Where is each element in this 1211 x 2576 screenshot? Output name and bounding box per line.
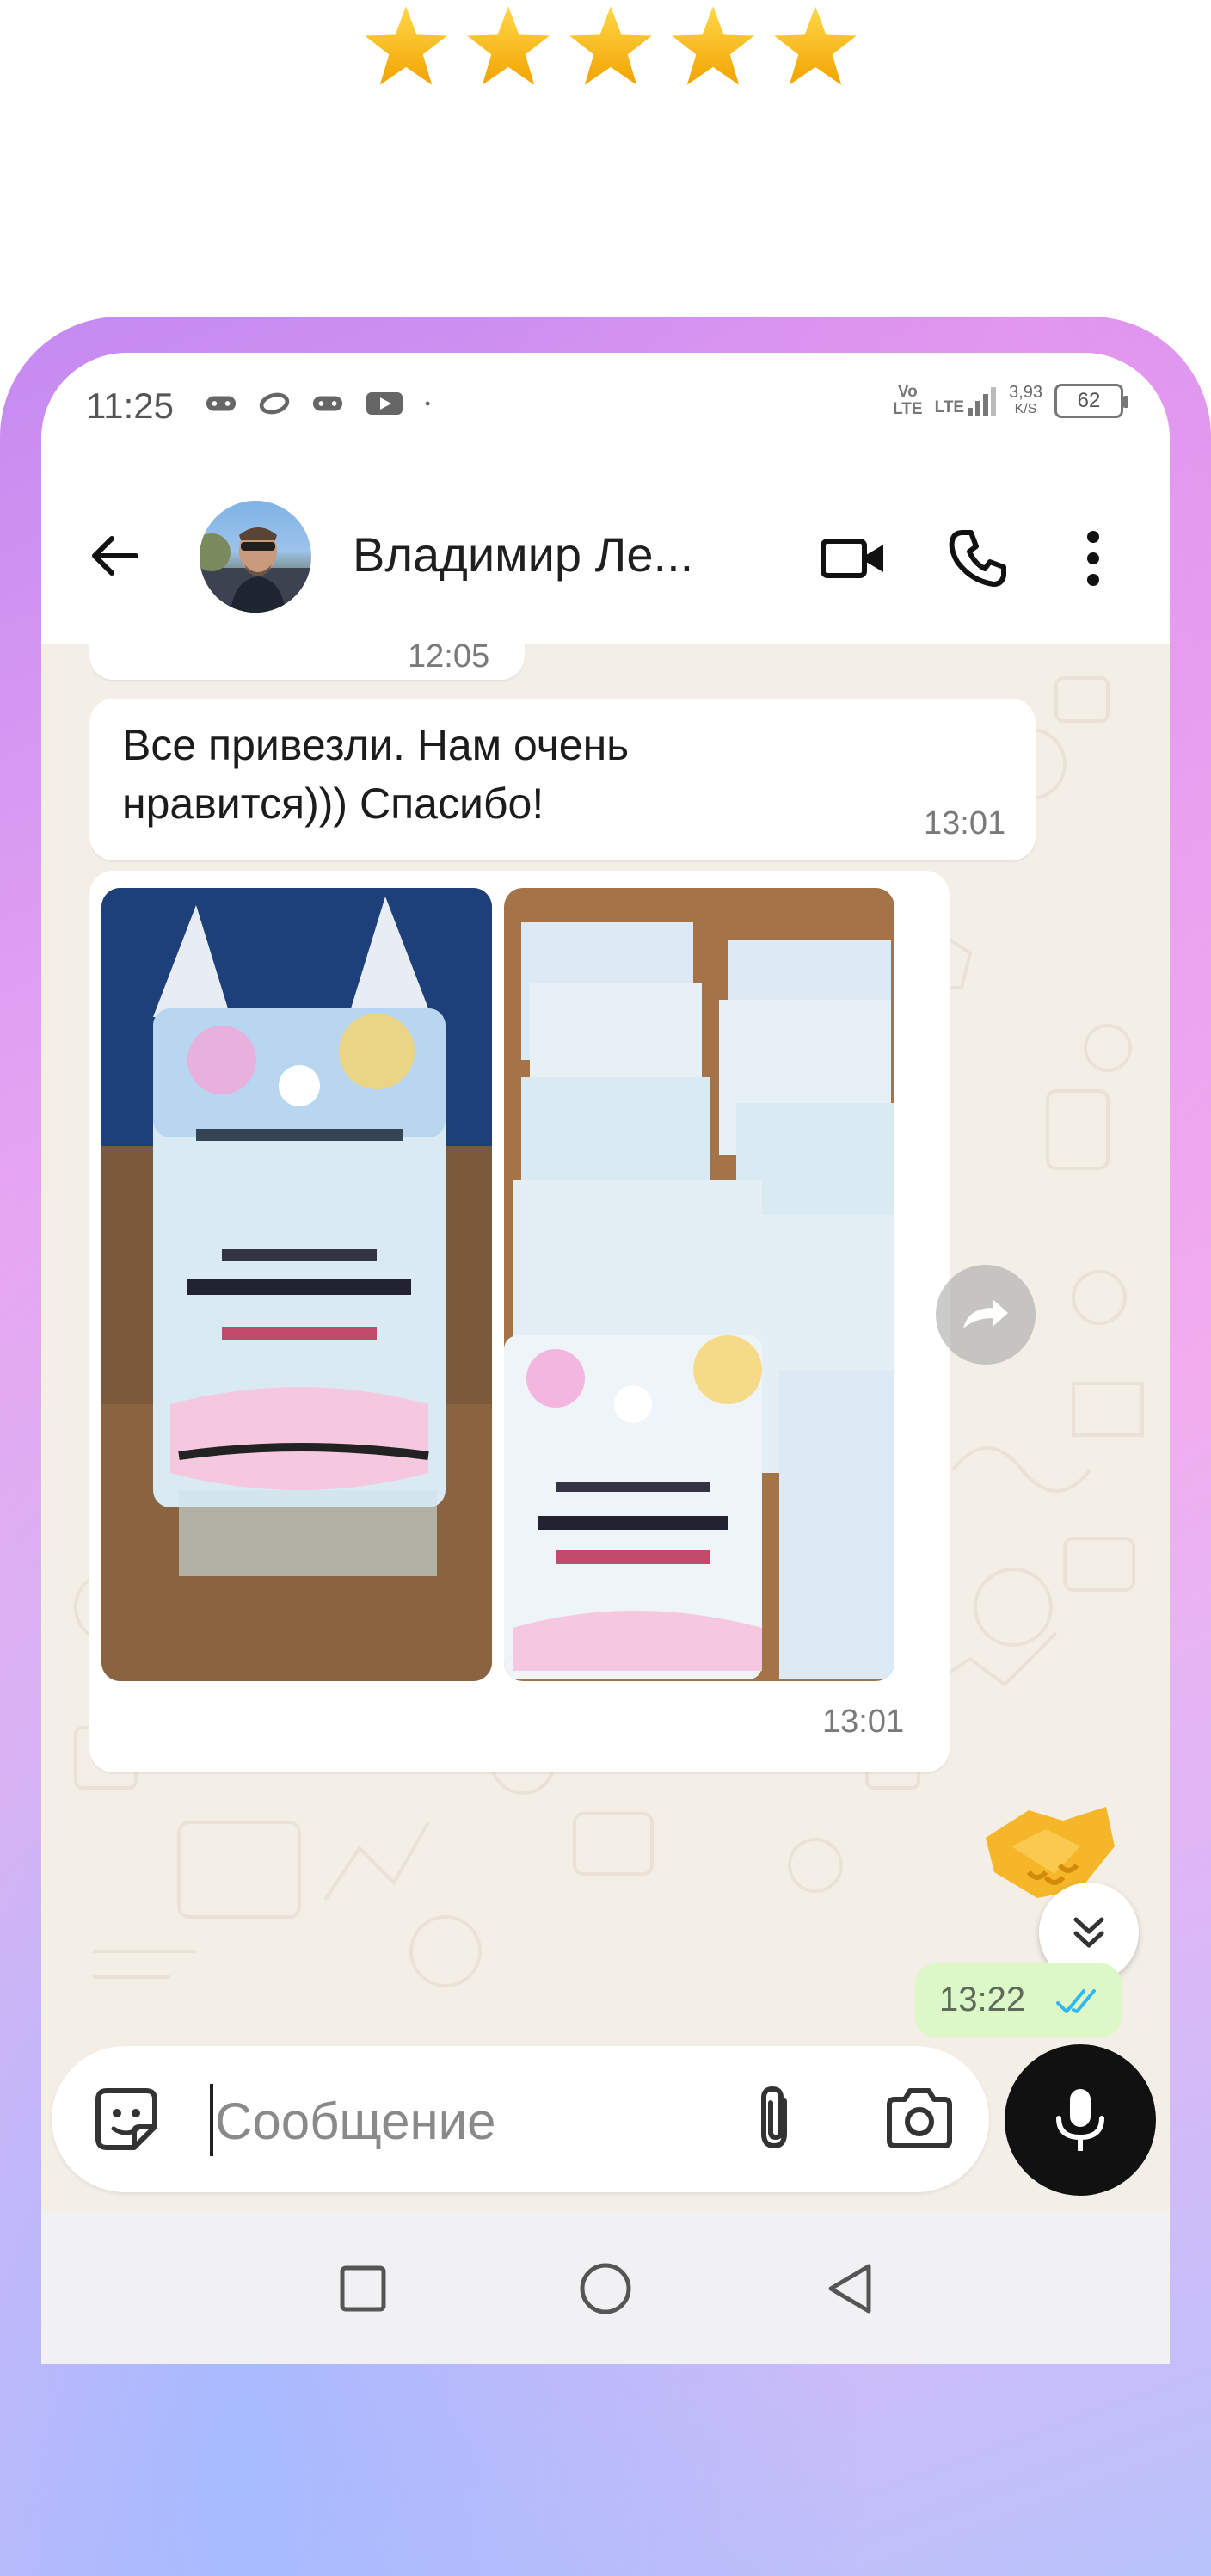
avatar-image [200,527,311,613]
status-bar: 11:25 Vo LTE LTE 3,93 K/S 62 [41,353,1170,473]
award-group-photo-image [504,888,894,1681]
page: 11:25 Vo LTE LTE 3,93 K/S 62 Владимир Ле… [0,0,1211,2576]
message-bubble-outgoing[interactable]: 13:22 [915,1963,1122,2037]
chat-area[interactable]: 12:05 Все привезли. Нам очень нравится))… [41,644,1170,2094]
ring-icon [259,392,290,415]
battery-icon: 62 [1054,384,1128,418]
text-caret [210,2084,213,2156]
lte-label: LTE [934,398,965,416]
message-input[interactable] [215,2082,697,2160]
home-button[interactable] [571,2254,640,2323]
camera-icon[interactable] [882,2082,956,2156]
double-chevron-down-icon [1073,1917,1104,1948]
dot-icon [425,401,430,406]
gamepad-icon [312,396,343,411]
volte-bottom: LTE [893,400,923,418]
sticker-icon[interactable] [89,2082,163,2156]
back-arrow-icon[interactable] [84,525,146,587]
contact-avatar[interactable] [200,501,311,613]
message-bubble-incoming[interactable]: Все привезли. Нам очень нравится))) Спас… [89,699,1036,860]
message-time: 13:22 [939,1981,1026,2018]
triangle-back-icon [828,2264,871,2314]
message-input-pill[interactable] [52,2046,989,2192]
circle-icon [580,2263,631,2314]
photo-award-single[interactable] [101,888,492,1681]
message-line: Все привезли. Нам очень [122,721,630,769]
star-icon [774,6,857,85]
message-time: 13:01 [822,1704,905,1740]
contact-name[interactable]: Владимир Ле... [353,527,757,582]
system-navigation-bar [41,2211,1170,2364]
message-time: 12:05 [408,644,490,675]
back-button[interactable] [815,2254,884,2323]
signal-bars-icon [968,387,997,416]
volte-label: Vo LTE [893,384,922,418]
speed-unit: K/S [1014,402,1037,416]
network-speed: 3,93 K/S [1009,384,1042,418]
status-right-icons: Vo LTE LTE 3,93 K/S 62 [893,384,1128,418]
status-notification-icons [205,391,439,416]
microphone-icon [1056,2089,1104,2151]
status-time: 11:25 [86,385,174,426]
message-composer [41,2032,1170,2196]
photo-message-bubble[interactable]: 13:01 [89,871,950,1772]
more-icon [1087,531,1099,586]
speed-value: 3,93 [1009,383,1042,402]
chat-header: Владимир Ле... [41,473,1170,644]
voice-message-button[interactable] [1005,2044,1156,2196]
youtube-icon [366,392,403,415]
battery-level: 62 [1077,389,1101,412]
read-receipt-icon [1056,1989,1096,2013]
voice-call-button[interactable] [941,521,1015,595]
signal-icon: LTE [935,385,997,416]
star-icon [467,6,550,85]
photo-award-group[interactable] [504,888,894,1681]
square-icon [340,2265,386,2312]
attach-icon[interactable] [740,2082,814,2156]
message-bubble-previous[interactable]: 12:05 [89,644,525,680]
star-icon [672,6,754,85]
star-icon [365,6,447,85]
award-photo-image [101,888,492,1681]
forward-icon [963,1299,1008,1328]
forward-button[interactable] [936,1265,1036,1365]
message-line: нравится))) Спасибо! [122,780,544,828]
message-text: Все привезли. Нам очень нравится))) Спас… [122,716,896,833]
video-call-button[interactable] [817,521,891,595]
gamepad-icon [206,396,237,411]
star-rating [361,0,860,95]
video-call-icon [821,539,883,578]
phone-screen: 11:25 Vo LTE LTE 3,93 K/S 62 Владимир Ле… [41,353,1170,2364]
phone-icon [949,530,1006,587]
more-options-button[interactable] [1056,521,1130,595]
recent-apps-button[interactable] [329,2254,397,2323]
volte-top: Vo [897,383,918,401]
message-time: 13:01 [924,805,1006,841]
star-icon [569,6,652,85]
